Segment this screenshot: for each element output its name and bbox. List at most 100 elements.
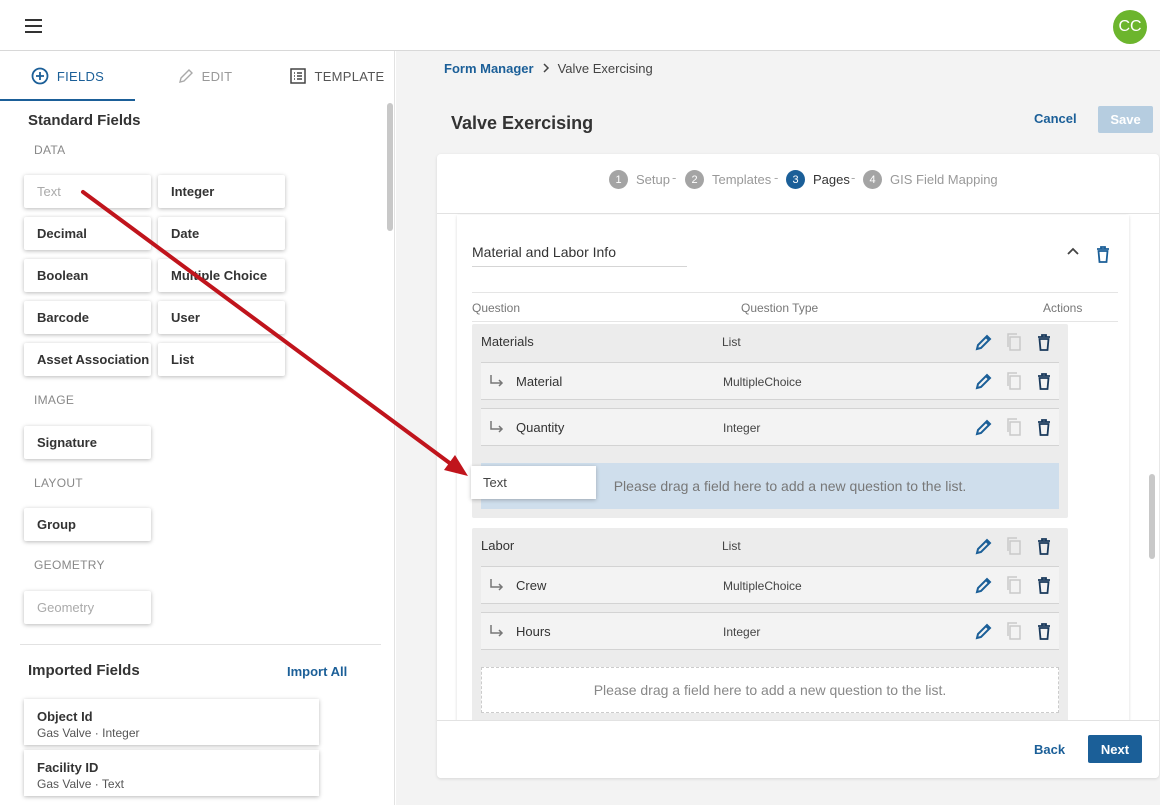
trash-icon[interactable] — [1033, 574, 1055, 596]
step-separator: - — [672, 170, 677, 185]
field-integer[interactable]: Integer — [158, 175, 285, 208]
category-image: IMAGE — [34, 393, 75, 407]
field-geometry[interactable]: Geometry — [24, 591, 151, 624]
step-setup[interactable]: 1 Setup — [609, 170, 670, 189]
imported-field-card[interactable]: Object Id Gas Valve · Integer — [24, 699, 319, 745]
cancel-button[interactable]: Cancel — [1034, 111, 1077, 126]
trash-icon[interactable] — [1033, 370, 1055, 392]
save-button[interactable]: Save — [1098, 106, 1153, 133]
imported-field-detail: Gas Valve · Text — [37, 777, 124, 791]
field-multiple-choice[interactable]: Multiple Choice — [158, 259, 285, 292]
question-name: Material — [516, 374, 563, 389]
plus-circle-icon — [31, 67, 49, 85]
table-row[interactable]: Quantity Integer — [481, 408, 1059, 446]
trash-icon[interactable] — [1033, 620, 1055, 642]
edit-icon[interactable] — [973, 535, 995, 557]
delete-page-icon[interactable] — [1096, 246, 1110, 268]
drag-ghost-field[interactable]: Text — [471, 466, 596, 499]
question-name: Labor — [481, 538, 515, 553]
step-label: Setup — [636, 172, 670, 187]
import-all-link[interactable]: Import All — [287, 664, 347, 679]
tab-edit-label: EDIT — [201, 68, 233, 84]
drop-zone[interactable]: Please drag a field here to add a new qu… — [481, 667, 1059, 713]
question-type: List — [722, 539, 741, 553]
imported-field-name: Object Id — [37, 709, 93, 724]
avatar[interactable]: CC — [1113, 10, 1147, 44]
step-number: 1 — [609, 170, 628, 189]
tab-edit[interactable]: EDIT — [160, 51, 250, 101]
edit-icon[interactable] — [973, 370, 995, 392]
question-type: Integer — [723, 625, 761, 639]
page-name-field[interactable]: Material and Labor Info — [472, 244, 687, 267]
step-templates[interactable]: 2 Templates — [685, 170, 771, 189]
trash-icon[interactable] — [1033, 535, 1055, 557]
imported-fields-title: Imported Fields — [28, 662, 140, 679]
row-actions — [973, 535, 1063, 557]
tab-template-label: TEMPLATE — [314, 68, 385, 84]
chevron-right-icon — [542, 61, 550, 76]
table-row[interactable]: Materials List — [472, 324, 1068, 360]
tab-template[interactable]: TEMPLATE — [285, 51, 390, 101]
table-row[interactable]: Crew MultipleChoice — [481, 566, 1059, 604]
question-type: List — [722, 335, 741, 349]
question-name: Crew — [516, 578, 547, 593]
stepper: 1 Setup - 2 Templates - 3 Pages - 4 GIS … — [437, 154, 1159, 214]
chevron-up-icon[interactable] — [1066, 243, 1080, 261]
back-button[interactable]: Back — [1034, 742, 1065, 757]
row-actions — [973, 331, 1063, 353]
field-boolean[interactable]: Boolean — [24, 259, 151, 292]
column-question: Question — [472, 301, 521, 315]
next-button[interactable]: Next — [1088, 735, 1142, 763]
copy-icon[interactable] — [1003, 370, 1025, 392]
table-row[interactable]: Labor List — [472, 528, 1068, 564]
trash-icon[interactable] — [1033, 416, 1055, 438]
field-group[interactable]: Group — [24, 508, 151, 541]
row-actions — [973, 416, 1063, 438]
content-scrollbar[interactable] — [1149, 474, 1155, 559]
top-bar: CC — [0, 0, 1160, 51]
list-icon — [290, 68, 307, 84]
step-gis-field-mapping[interactable]: 4 GIS Field Mapping — [863, 170, 998, 189]
trash-icon[interactable] — [1033, 331, 1055, 353]
edit-icon[interactable] — [973, 574, 995, 596]
child-arrow-icon — [488, 624, 506, 645]
left-scrollbar[interactable] — [387, 103, 393, 231]
field-decimal[interactable]: Decimal — [24, 217, 151, 250]
edit-icon[interactable] — [973, 331, 995, 353]
step-number: 3 — [786, 170, 805, 189]
imported-field-card[interactable]: Facility ID Gas Valve · Text — [24, 750, 319, 796]
hamburger-menu-icon[interactable] — [25, 19, 42, 33]
field-barcode[interactable]: Barcode — [24, 301, 151, 334]
copy-icon[interactable] — [1003, 416, 1025, 438]
drop-zone-text: Please drag a field here to add a new qu… — [593, 682, 947, 698]
field-text[interactable]: Text — [24, 175, 151, 208]
standard-fields-title: Standard Fields — [28, 112, 141, 129]
copy-icon[interactable] — [1003, 574, 1025, 596]
table-row[interactable]: Material MultipleChoice — [481, 362, 1059, 400]
pencil-icon — [178, 68, 194, 84]
copy-icon[interactable] — [1003, 620, 1025, 642]
breadcrumb-form-manager[interactable]: Form Manager — [444, 61, 534, 76]
table-row[interactable]: Hours Integer — [481, 612, 1059, 650]
field-user[interactable]: User — [158, 301, 285, 334]
divider — [20, 644, 381, 645]
field-date[interactable]: Date — [158, 217, 285, 250]
field-list[interactable]: List — [158, 343, 285, 376]
field-signature[interactable]: Signature — [24, 426, 151, 459]
copy-icon[interactable] — [1003, 331, 1025, 353]
edit-icon[interactable] — [973, 416, 995, 438]
question-type: Integer — [723, 421, 761, 435]
step-label: Templates — [712, 172, 772, 187]
left-panel: FIELDS EDIT TEMPLATE Standard Fields DAT… — [0, 51, 395, 805]
tab-fields[interactable]: FIELDS — [0, 51, 135, 101]
edit-icon[interactable] — [973, 620, 995, 642]
category-geometry: GEOMETRY — [34, 558, 105, 572]
form-footer: Back Next — [437, 720, 1159, 778]
step-separator: - — [774, 170, 779, 185]
step-pages[interactable]: 3 Pages — [786, 170, 850, 189]
breadcrumb: Form Manager Valve Exercising — [444, 61, 653, 76]
question-group-labor: Labor List Crew MultipleChoice Hours Int… — [472, 528, 1068, 726]
field-asset-association[interactable]: Asset Association — [24, 343, 151, 376]
panel-tabs: FIELDS EDIT TEMPLATE — [0, 51, 394, 101]
copy-icon[interactable] — [1003, 535, 1025, 557]
